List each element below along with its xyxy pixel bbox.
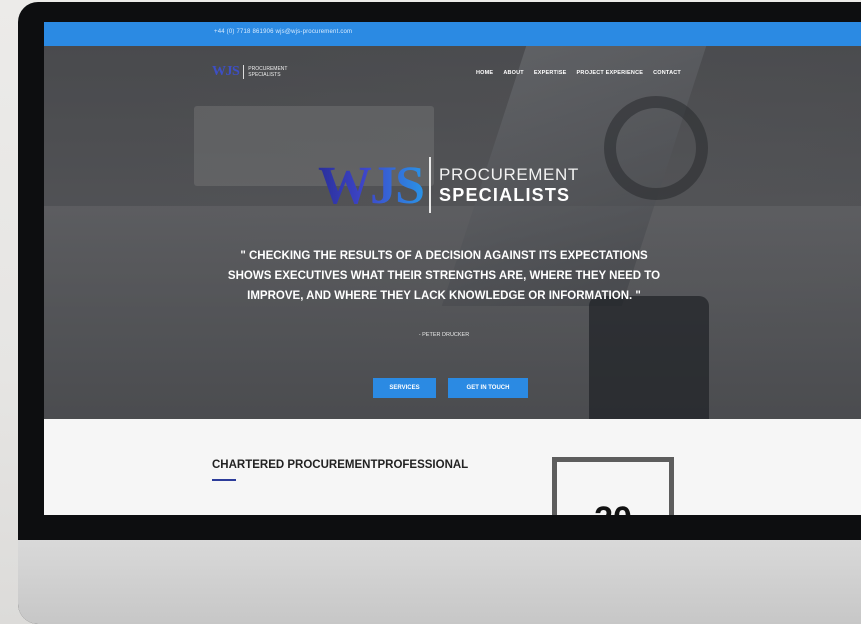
nav-logo-text: PROCUREMENT SPECIALISTS: [248, 66, 287, 78]
contact-info-text: +44 (0) 7718 861906 wjs@wjs-procurement.…: [214, 29, 353, 35]
main-nav: HOME ABOUT EXPERTISE PROJECT EXPERIENCE …: [476, 70, 681, 76]
nav-item-expertise[interactable]: EXPERTISE: [534, 70, 567, 76]
section-title: CHARTERED PROCUREMENTPROFESSIONAL: [212, 459, 469, 471]
hero-logo-divider: [429, 157, 432, 213]
hero-logo-word-procurement: PROCUREMENT: [439, 164, 579, 184]
get-in-touch-button[interactable]: GET IN TOUCH: [448, 378, 528, 398]
hero-section: WJS PROCUREMENT SPECIALISTS HOME ABOUT E…: [44, 46, 861, 419]
monitor-chin: [18, 540, 861, 624]
stat-box: 20: [552, 457, 674, 515]
nav-item-about[interactable]: ABOUT: [503, 70, 524, 76]
nav-item-project-experience[interactable]: PROJECT EXPERIENCE: [577, 70, 644, 76]
section-title-underline: [212, 479, 236, 481]
nav-logo-mark: WJS: [212, 64, 240, 79]
nav-logo[interactable]: WJS PROCUREMENT SPECIALISTS: [212, 64, 287, 80]
nav-item-home[interactable]: HOME: [476, 70, 493, 76]
website-screen: +44 (0) 7718 861906 wjs@wjs-procurement.…: [44, 22, 861, 515]
nav-logo-text-line2: SPECIALISTS: [248, 72, 281, 78]
hero-logo-mark: WJS: [318, 155, 425, 215]
hero-quote: " CHECKING THE RESULTS OF A DECISION AGA…: [227, 250, 661, 302]
nav-logo-divider: [243, 65, 245, 79]
hero-overlay: [44, 46, 861, 419]
hero-logo-word-specialists: SPECIALISTS: [439, 184, 571, 205]
credentials-section: CHARTERED PROCUREMENTPROFESSIONAL 20: [44, 419, 861, 515]
hero-logo-words: PROCUREMENT SPECIALISTS: [439, 165, 579, 206]
services-button[interactable]: SERVICES: [373, 378, 436, 398]
hero-logo: WJS PROCUREMENT SPECIALISTS: [318, 154, 579, 216]
top-info-bar: +44 (0) 7718 861906 wjs@wjs-procurement.…: [44, 22, 861, 46]
stat-number: 20: [557, 500, 669, 515]
nav-item-contact[interactable]: CONTACT: [653, 70, 681, 76]
hero-quote-author: - PETER DRUCKER: [418, 332, 470, 338]
